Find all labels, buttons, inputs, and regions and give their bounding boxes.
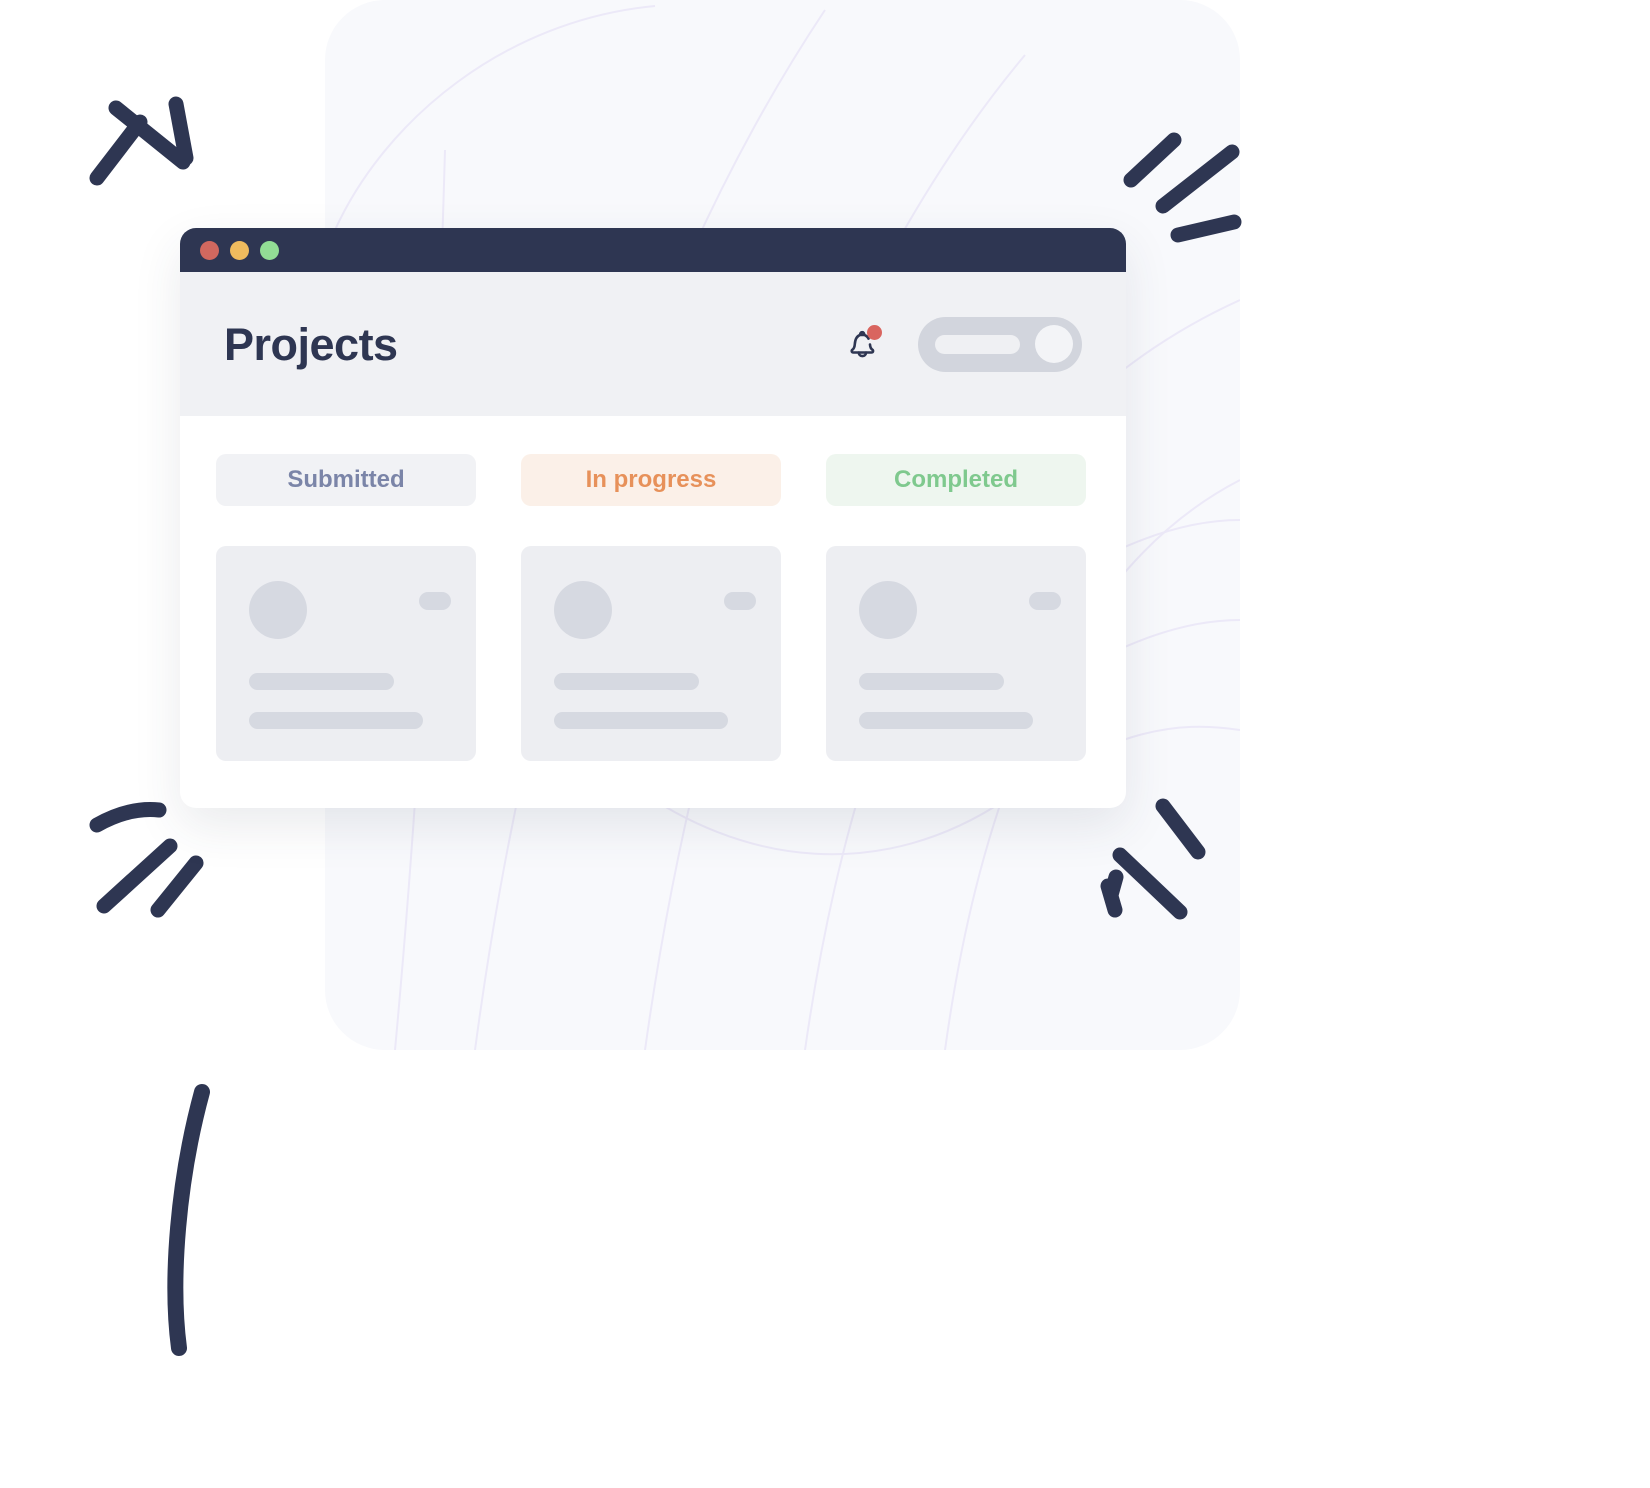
tab-submitted-label: Submitted: [287, 466, 405, 493]
tab-submitted[interactable]: Submitted: [216, 454, 476, 506]
page-title: Projects: [224, 318, 398, 370]
text-line-placeholder: [554, 712, 728, 729]
project-card-placeholder[interactable]: [521, 546, 781, 761]
text-line-placeholder: [859, 712, 1033, 729]
avatar-placeholder: [554, 581, 612, 639]
maximize-button[interactable]: [260, 240, 279, 260]
status-tabs: Submitted In progress Completed: [216, 454, 1090, 506]
app-header: Projects: [180, 272, 1126, 416]
project-card-placeholder[interactable]: [216, 546, 476, 761]
tab-in-progress-label: In progress: [585, 466, 717, 493]
window-content: Submitted In progress Completed: [180, 416, 1126, 761]
toggle-switch[interactable]: [918, 316, 1082, 372]
tab-completed-label: Completed: [893, 466, 1018, 493]
browser-window: Projects Submitted In progress Completed: [180, 228, 1126, 808]
avatar-placeholder: [249, 581, 307, 639]
notification-button[interactable]: [840, 322, 884, 366]
header-actions: [840, 316, 1082, 372]
text-line-placeholder: [554, 673, 699, 690]
window-titlebar: [180, 228, 1126, 272]
tab-in-progress[interactable]: In progress: [521, 454, 781, 506]
notification-badge: [867, 325, 882, 340]
badge-placeholder: [1029, 592, 1061, 610]
text-line-placeholder: [859, 673, 1004, 690]
toggle-knob[interactable]: [1035, 325, 1073, 363]
text-line-placeholder: [249, 712, 423, 729]
illustration-scene: Projects Submitted In progress Completed: [0, 0, 1650, 1488]
tab-completed[interactable]: Completed: [826, 454, 1086, 506]
toggle-track-fill: [935, 334, 1020, 354]
project-card-list: [216, 546, 1090, 761]
close-button[interactable]: [200, 240, 219, 260]
minimize-button[interactable]: [230, 240, 249, 260]
text-line-placeholder: [249, 673, 394, 690]
project-card-placeholder[interactable]: [826, 546, 1086, 761]
avatar-placeholder: [859, 581, 917, 639]
badge-placeholder: [419, 592, 451, 610]
badge-placeholder: [724, 592, 756, 610]
